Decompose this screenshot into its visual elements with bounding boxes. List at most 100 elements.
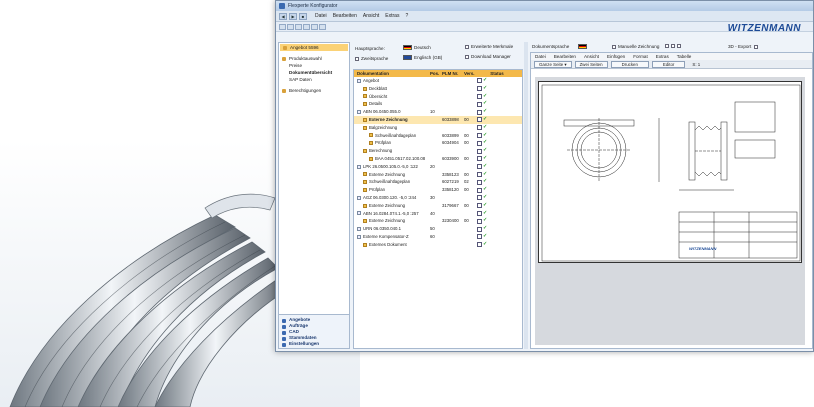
forward-icon[interactable]: ▶ [289, 12, 297, 20]
menu-bearbeiten[interactable]: Bearbeiten [333, 13, 357, 19]
status-checkbox-icon[interactable] [477, 218, 482, 224]
viewer-menu-format[interactable]: Format [633, 53, 648, 60]
tree-row[interactable]: Übersicht ✓ [354, 93, 522, 101]
menu-ansicht[interactable]: Ansicht [363, 13, 379, 19]
back-icon[interactable]: ◀ [279, 12, 287, 20]
status-checkbox-icon[interactable] [477, 242, 482, 248]
sidebar-item-berechtigungen[interactable]: Berechtigungen [279, 87, 349, 94]
status-checkbox-icon[interactable] [477, 187, 482, 193]
status-checkbox-icon[interactable] [477, 93, 482, 99]
sidebar-item-sap-daten[interactable]: SAP Daten [279, 76, 349, 83]
col-status[interactable]: Status [477, 70, 517, 77]
status-checkbox-icon[interactable] [477, 179, 482, 185]
menu-bar: Datei Bearbeiten Ansicht Extras ? [315, 13, 408, 19]
tree-row[interactable]: BAA 0451.0517.02.100.08 6033900 00 ✓ [354, 155, 522, 163]
settings-icon[interactable] [319, 23, 326, 30]
tree-row-label: Externe Zeichnung [354, 202, 430, 210]
col-vers[interactable]: Vers. [464, 70, 477, 77]
status-checkbox-icon[interactable] [477, 117, 482, 123]
status-checkbox-icon[interactable] [477, 234, 482, 240]
viewer-menu-extras[interactable]: Extras [656, 53, 669, 60]
status-checkbox-icon[interactable] [477, 132, 482, 138]
tree-node-icon [363, 203, 367, 208]
status-checkbox-icon[interactable] [477, 156, 482, 162]
tree-row[interactable]: Schweißnahtlageplan 6033899 00 ✓ [354, 132, 522, 140]
status-checkbox-icon[interactable] [477, 148, 482, 154]
tree-row-status: ✓ [477, 85, 517, 93]
status-checkbox-icon[interactable] [477, 78, 482, 84]
sidebar-item-produktauswahl[interactable]: Produktauswahl [279, 55, 349, 62]
erweiterte-merkmale-button[interactable]: Erweiterte Merkmale [465, 44, 513, 49]
tree-row[interactable]: LPK 26.0500.105.0.-5,0 :122 20 ✓ [354, 163, 522, 171]
module-einstellungen[interactable]: Einstellungen [279, 341, 349, 347]
zoom-select[interactable]: Ganze Seite ▾ [534, 60, 572, 68]
tree-row[interactable]: URN 06.0350.040.1 50 ✓ [354, 225, 522, 233]
print-button[interactable]: Drucken [610, 60, 649, 68]
print-icon[interactable] [303, 23, 310, 30]
tree-row[interactable]: AGZ 06.0300.120. -5,0 :244 30 ✓ [354, 194, 522, 202]
tree-row[interactable]: Externe Zeichnung 6033898 00 ✓ [354, 115, 522, 124]
tree-row[interactable]: Externes Dokument ✓ [354, 241, 522, 249]
tree-row[interactable]: ABN 06.0450.055.0 10 ✓ [354, 108, 522, 116]
tree-row[interactable]: Deckblatt ✓ [354, 85, 522, 93]
panel-splitter[interactable] [524, 42, 528, 349]
col-pos[interactable]: Pos. [430, 70, 442, 77]
zweitsprache-select[interactable]: Englisch (GB) [403, 55, 442, 61]
menu-extras[interactable]: Extras [385, 13, 399, 19]
tree-row[interactable]: Prüfplan 3358120 00 ✓ [354, 186, 522, 194]
tree-row[interactable]: Externe Zeichnung 3230400 00 ✓ [354, 217, 522, 225]
status-checkbox-icon[interactable] [477, 203, 482, 209]
drawing-area[interactable]: WITZENMANN [535, 77, 805, 345]
3d-export-button[interactable]: 3D - Export [728, 44, 760, 49]
col-dokumentation[interactable]: Dokumentation [354, 70, 430, 77]
sidebar-item-dokumentuebersicht[interactable]: Dokumentübersicht [279, 69, 349, 76]
status-checkbox-icon[interactable] [477, 164, 482, 170]
col-plm[interactable]: PLM Nr. [442, 70, 464, 77]
editor-button[interactable]: Editor [651, 60, 686, 68]
refresh-icon[interactable] [311, 23, 318, 30]
viewer-menu-tabelle[interactable]: Tabelle [677, 53, 692, 60]
tree-row-pos [430, 116, 442, 124]
viewer-menu-ansicht[interactable]: Ansicht [584, 53, 599, 60]
two-pages-button[interactable]: Zwei Seiten [574, 60, 608, 68]
preview-tools[interactable] [665, 43, 683, 48]
status-checkbox-icon[interactable] [477, 171, 482, 177]
tree-row-plm [442, 163, 464, 171]
viewer-menu-bearbeiten[interactable]: Bearbeiten [554, 53, 576, 60]
status-checkbox-icon[interactable] [477, 86, 482, 92]
tree-row[interactable]: Balgzeichnung ✓ [354, 124, 522, 132]
menu-datei[interactable]: Datei [315, 13, 327, 19]
tree-row[interactable]: Details ✓ [354, 100, 522, 108]
download-manager-button[interactable]: Download Manager [465, 54, 511, 59]
tree-row[interactable]: Externe Zeichnung 3179667 00 ✓ [354, 202, 522, 210]
save-icon[interactable] [295, 23, 302, 30]
tree-row[interactable]: Schweißnahtlageplan 6027219 02 ✓ [354, 178, 522, 186]
tree-row[interactable]: Angebot ✓ [354, 77, 522, 85]
tree-row-pos: 60 [430, 233, 435, 239]
dokumentsprache-select[interactable] [578, 44, 589, 50]
status-checkbox-icon[interactable] [477, 125, 482, 131]
status-checkbox-icon[interactable] [477, 226, 482, 232]
tree-row-plm [442, 225, 464, 233]
tree-row[interactable]: Externe Zeichnung 3358123 00 ✓ [354, 171, 522, 179]
viewer-menu-datei[interactable]: Datei [535, 53, 546, 60]
tree-row[interactable]: Prüfplan 6034904 00 ✓ [354, 139, 522, 147]
status-checkbox-icon[interactable] [477, 101, 482, 107]
status-checkbox-icon[interactable] [477, 195, 482, 201]
status-checkbox-icon[interactable] [477, 210, 482, 216]
new-icon[interactable] [279, 23, 286, 30]
viewer-menu-einfuegen[interactable]: Einfügen [607, 53, 625, 60]
tree-row[interactable]: Berechnung ✓ [354, 147, 522, 155]
zweitsprache-checkbox[interactable]: Zweitsprache [355, 56, 388, 61]
open-icon[interactable] [287, 23, 294, 30]
tree-row[interactable]: Externe Kompensator-Z 60 ✓ [354, 233, 522, 241]
hauptsprache-select[interactable]: Deutsch [403, 45, 431, 51]
status-checkbox-icon[interactable] [477, 109, 482, 115]
sidebar-item-angebot[interactable]: Angebot 5596 [280, 44, 348, 51]
home-icon[interactable]: ■ [299, 12, 307, 20]
manuelle-zeichnung-checkbox[interactable]: Manuelle Zeichnung [612, 44, 659, 49]
tree-row[interactable]: ABN 16.0284.074.1.-5,0 :257 40 ✓ [354, 210, 522, 218]
menu-help[interactable]: ? [405, 13, 408, 19]
sidebar-item-preise[interactable]: Preise [279, 62, 349, 69]
status-checkbox-icon[interactable] [477, 140, 482, 146]
